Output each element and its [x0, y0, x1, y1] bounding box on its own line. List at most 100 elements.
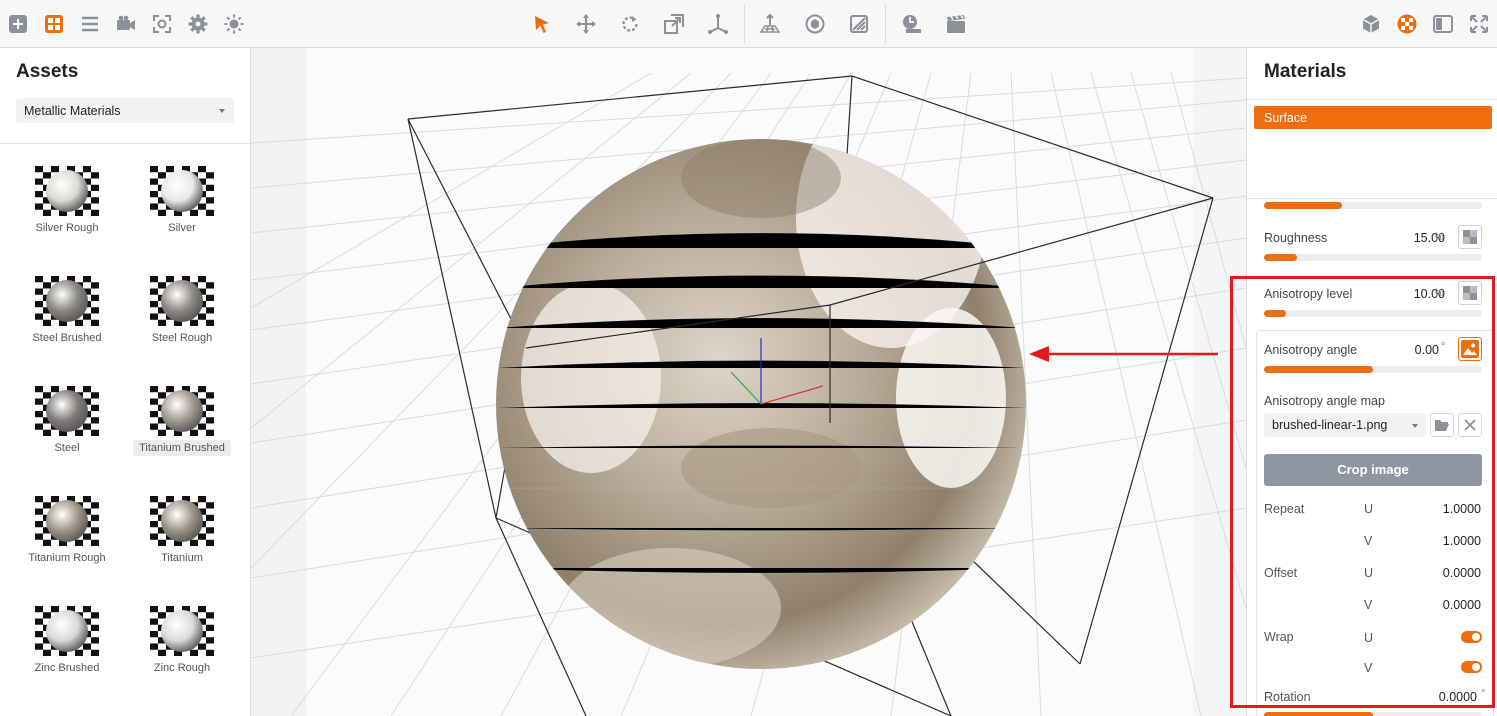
angle-map-filename: brushed-linear-1.png	[1272, 418, 1388, 432]
anisotropy-level-slider[interactable]	[1264, 310, 1482, 317]
toolbar-separator	[885, 4, 886, 44]
offset-v-label: V	[1364, 598, 1373, 612]
repeat-u-value[interactable]: 1.0000	[1443, 502, 1481, 516]
material-label: Steel	[54, 442, 80, 454]
material-label: Steel Brushed	[32, 332, 102, 344]
scale-icon[interactable]	[660, 10, 688, 38]
roughness-map-button[interactable]	[1458, 225, 1482, 249]
material-item[interactable]: Titanium Rough	[17, 496, 117, 592]
divider	[0, 143, 250, 144]
repeat-u-label: U	[1364, 502, 1374, 516]
divider	[1247, 198, 1497, 199]
crop-image-button[interactable]: Crop image	[1264, 454, 1482, 486]
3d-viewport[interactable]	[251, 48, 1246, 716]
annotation-arrow	[1029, 346, 1218, 362]
clear-map-button[interactable]	[1458, 413, 1482, 437]
list-icon[interactable]	[76, 10, 104, 38]
chevron-down-icon	[219, 109, 225, 113]
offset-u-label: U	[1364, 566, 1374, 580]
roughness-slider[interactable]	[1264, 254, 1482, 261]
materials-title: Materials	[1264, 61, 1347, 82]
wrap-u-label: U	[1364, 631, 1374, 645]
anisotropy-angle-label: Anisotropy angle	[1264, 343, 1358, 357]
anisotropy-angle-group	[1256, 330, 1494, 716]
anisotropy-angle-value[interactable]: 0.00	[1415, 343, 1439, 357]
texture-map-icon	[1463, 230, 1477, 244]
main-toolbar	[0, 0, 1497, 48]
material-item[interactable]: Titanium Brushed	[132, 386, 232, 482]
anisotropy-level-map-button[interactable]	[1458, 281, 1482, 305]
wrap-v-label: V	[1364, 661, 1373, 675]
camera-icon[interactable]	[112, 10, 140, 38]
toolbar-separator	[744, 4, 745, 44]
repeat-v-value[interactable]: 1.0000	[1443, 534, 1481, 548]
material-item[interactable]: Steel Brushed	[17, 276, 117, 372]
material-item[interactable]: Zinc Brushed	[17, 606, 117, 702]
anisotropy-level-label: Anisotropy level	[1264, 287, 1353, 301]
material-label: Titanium Brushed	[133, 440, 231, 456]
repeat-label: Repeat	[1264, 502, 1305, 516]
environment-icon[interactable]	[898, 10, 926, 38]
material-thumbnail	[150, 386, 214, 436]
move-icon[interactable]	[572, 10, 600, 38]
material-item[interactable]: Steel	[17, 386, 117, 482]
wrap-label: Wrap	[1264, 630, 1294, 644]
repeat-v-label: V	[1364, 534, 1373, 548]
open-folder-button[interactable]	[1430, 413, 1454, 437]
wrap-u-toggle[interactable]	[1461, 631, 1482, 643]
base-property-slider[interactable]	[1264, 202, 1482, 209]
category-dropdown[interactable]: Metallic Materials	[16, 98, 234, 123]
expand-icon[interactable]	[1465, 10, 1493, 38]
material-thumbnail	[35, 496, 99, 546]
roughness-unit: %	[1434, 231, 1444, 243]
layout-grid-icon[interactable]	[40, 10, 68, 38]
angle-map-label: Anisotropy angle map	[1264, 394, 1385, 408]
material-thumbnail	[35, 386, 99, 436]
clapperboard-icon[interactable]	[942, 10, 970, 38]
light-bulb-icon[interactable]	[220, 10, 248, 38]
view-sphere-icon[interactable]	[801, 10, 829, 38]
viewport-scene	[251, 48, 1246, 716]
material-item[interactable]: Silver	[132, 166, 232, 262]
anisotropy-level-unit: %	[1434, 287, 1444, 299]
rotation-value[interactable]: 0.0000	[1439, 690, 1477, 704]
material-item[interactable]: Silver Rough	[17, 166, 117, 262]
material-thumbnail	[150, 496, 214, 546]
material-thumbnail	[35, 166, 99, 216]
anisotropy-angle-map-button[interactable]	[1458, 337, 1482, 361]
rotation-label: Rotation	[1264, 690, 1311, 704]
select-arrow-icon[interactable]	[528, 10, 556, 38]
texture-map-icon	[1463, 286, 1477, 300]
focus-frame-icon[interactable]	[148, 10, 176, 38]
wrap-v-toggle[interactable]	[1461, 661, 1482, 673]
next-property-slider[interactable]	[1264, 712, 1482, 716]
texture-icon[interactable]	[845, 10, 873, 38]
add-icon[interactable]	[4, 10, 32, 38]
material-item[interactable]: Steel Rough	[132, 276, 232, 372]
anisotropy-angle-slider[interactable]	[1264, 366, 1482, 373]
gear-icon[interactable]	[184, 10, 212, 38]
material-thumbnail	[150, 606, 214, 656]
assets-title: Assets	[16, 61, 79, 82]
floor-grid-icon[interactable]	[756, 10, 784, 38]
material-item[interactable]: Zinc Rough	[132, 606, 232, 702]
pivot-icon[interactable]	[704, 10, 732, 38]
rotation-unit: °	[1481, 688, 1486, 700]
roughness-label: Roughness	[1264, 231, 1328, 245]
viewport-right-band	[1193, 48, 1246, 716]
assets-panel: Assets Metallic Materials Silver Rough Si…	[0, 48, 251, 716]
offset-u-value[interactable]: 0.0000	[1443, 566, 1481, 580]
tab-surface[interactable]: Surface	[1254, 106, 1492, 129]
material-thumbnail	[150, 276, 214, 326]
material-ball-icon[interactable]	[1393, 10, 1421, 38]
rotate-icon[interactable]	[616, 10, 644, 38]
cube-icon[interactable]	[1357, 10, 1385, 38]
material-item[interactable]: Titanium	[132, 496, 232, 592]
material-label: Titanium Rough	[28, 552, 106, 564]
material-thumbnail	[150, 166, 214, 216]
offset-v-value[interactable]: 0.0000	[1443, 598, 1481, 612]
panel-layout-icon[interactable]	[1429, 10, 1457, 38]
materials-panel: Materials Surface Roughness 15.00 % Anis…	[1246, 48, 1497, 716]
slider-fill	[1264, 254, 1297, 261]
angle-map-file-select[interactable]: brushed-linear-1.png	[1264, 413, 1426, 437]
